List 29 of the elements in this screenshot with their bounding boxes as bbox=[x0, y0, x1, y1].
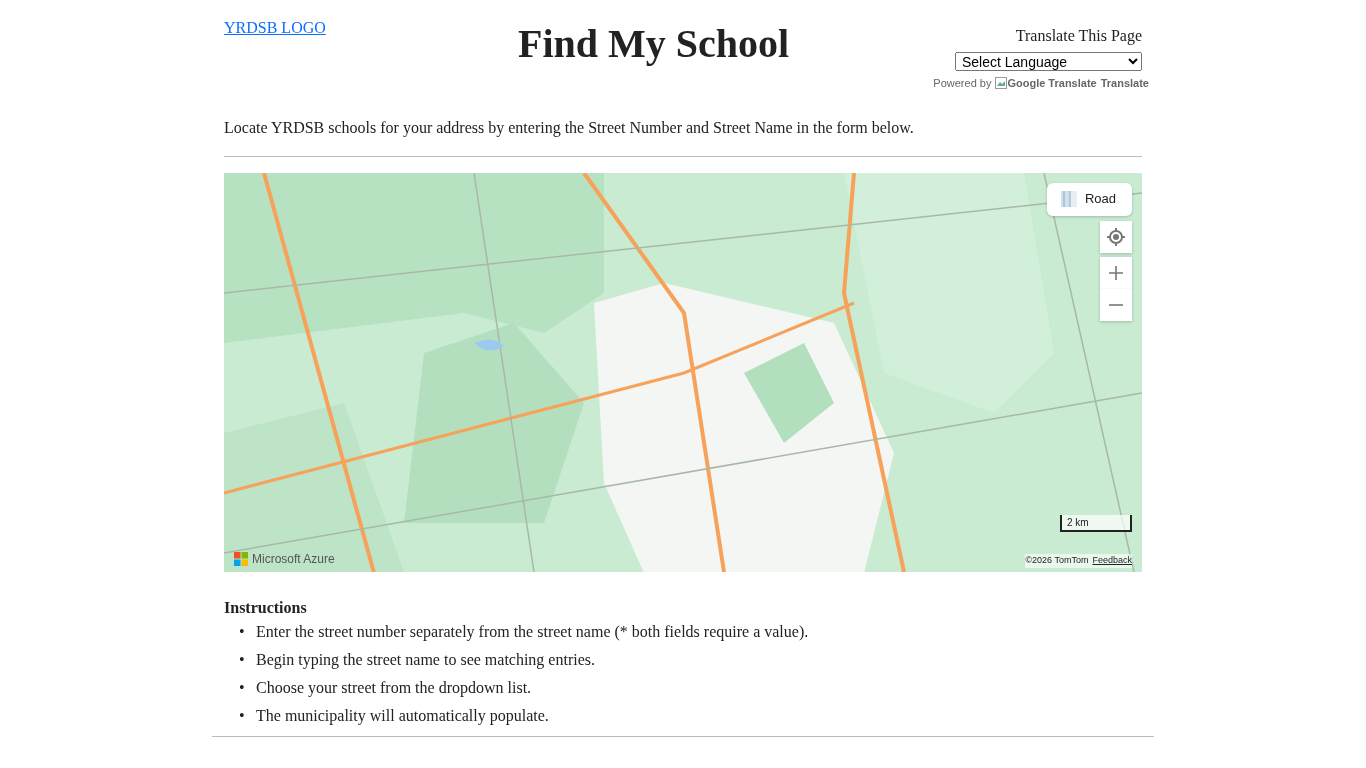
map-attribution: ©2026 TomTom bbox=[1025, 554, 1089, 567]
translate-label: Translate This Page bbox=[1015, 26, 1142, 47]
instruction-item: Choose your street from the dropdown list. bbox=[256, 677, 532, 699]
instruction-item: The municipality will automatically populate. bbox=[256, 705, 549, 727]
bullet: • bbox=[239, 705, 246, 726]
bullet: • bbox=[239, 677, 246, 698]
page-title: Find My School bbox=[518, 24, 790, 64]
language-select[interactable]: Select Language bbox=[955, 52, 1142, 71]
google-translate-image: Google Translate bbox=[995, 75, 1097, 92]
locate-icon bbox=[1106, 226, 1126, 247]
feedback-link[interactable]: Feedback bbox=[1092, 554, 1132, 568]
map-style-button[interactable]: Road bbox=[1046, 182, 1132, 216]
bullet: • bbox=[239, 649, 246, 670]
bullet: • bbox=[239, 621, 246, 642]
plus-icon bbox=[1109, 265, 1123, 280]
zoom-in-button[interactable] bbox=[1100, 256, 1132, 289]
windows-logo-icon bbox=[234, 551, 248, 566]
instruction-item: Enter the street number separately from the street name (* both fields require a value). bbox=[256, 621, 809, 643]
provider-text: Microsoft Azure bbox=[252, 550, 335, 568]
locate-button[interactable] bbox=[1100, 220, 1132, 253]
logo-link[interactable]: YRDSB LOGO bbox=[224, 16, 326, 40]
map-style-icon bbox=[1060, 191, 1077, 207]
powered-by-text: Powered by bbox=[933, 76, 992, 91]
translate-brand: Translate bbox=[1100, 76, 1149, 91]
intro-text: Locate YRDSB schools for your address by entering the Street Number and Street Name in the form below. bbox=[224, 117, 915, 139]
minus-icon bbox=[1109, 303, 1123, 306]
instructions-heading: Instructions bbox=[224, 597, 308, 618]
zoom-out-button[interactable] bbox=[1100, 288, 1132, 321]
instruction-item: Begin typing the street name to see matching entries. bbox=[256, 649, 595, 671]
